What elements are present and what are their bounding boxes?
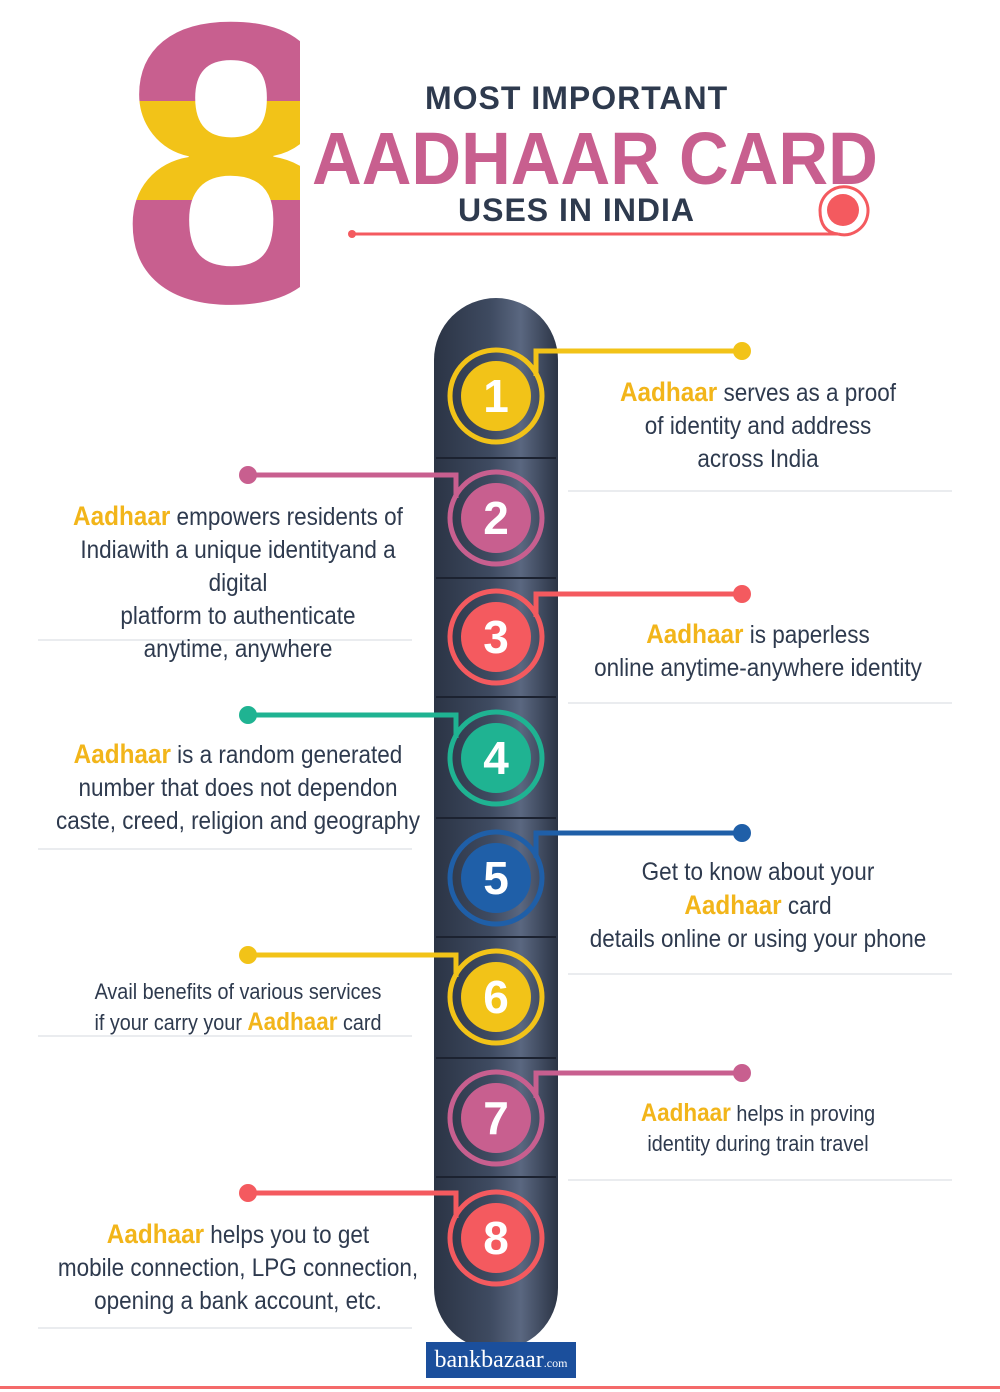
description-line: platform to authenticate xyxy=(49,600,427,633)
description-text: serves as a proof xyxy=(723,379,897,407)
description-text: helps in proving xyxy=(736,1101,876,1126)
description-text: opening a bank account, etc. xyxy=(94,1287,382,1315)
description-line: Aadhaar is a random generated xyxy=(49,738,427,772)
bottom-divider xyxy=(0,1386,1000,1389)
aadhaar-highlight: Aadhaar xyxy=(73,739,171,769)
description-line: Aadhaar card xyxy=(578,889,938,923)
description-line: Indiawith a unique identityand a digital xyxy=(49,534,427,600)
item-description-4: Aadhaar is a random generated number that… xyxy=(49,738,427,838)
description-text: empowers residents of xyxy=(176,503,403,531)
description-line: Aadhaar helps you to get xyxy=(49,1218,427,1252)
description-text: if your carry your xyxy=(94,1010,242,1035)
item-number-5: 5 xyxy=(483,852,509,904)
description-text: is paperless xyxy=(749,621,870,649)
description-text: platform to authenticate xyxy=(120,602,356,630)
item-number-7: 7 xyxy=(483,1092,509,1144)
description-text: identity during train travel xyxy=(647,1131,869,1156)
timeline-graphics xyxy=(38,185,952,1350)
description-text: online anytime-anywhere identity xyxy=(594,654,922,682)
description-text: card xyxy=(342,1010,382,1035)
item-number-4: 4 xyxy=(483,732,509,784)
logo-main: bankbazaar xyxy=(434,1347,544,1373)
aadhaar-highlight: Aadhaar xyxy=(106,1219,205,1249)
item-number-6: 6 xyxy=(483,971,509,1023)
bankbazaar-logo: bankbazaar.com xyxy=(426,1342,576,1378)
description-text: Avail benefits of various services xyxy=(94,979,382,1004)
description-text: details online or using your phone xyxy=(589,925,927,953)
description-line: Avail benefits of various services xyxy=(49,977,427,1007)
item-description-5: Get to know about your Aadhaar card detail… xyxy=(578,856,938,956)
description-line: Aadhaar is paperless xyxy=(578,618,938,652)
description-line: mobile connection, LPG connection, xyxy=(49,1252,427,1285)
description-line: number that does not dependon xyxy=(49,772,427,805)
item-number-3: 3 xyxy=(483,611,509,663)
description-text: number that does not dependon xyxy=(78,774,398,802)
aadhaar-highlight: Aadhaar xyxy=(247,1008,338,1036)
description-text: is a random generated xyxy=(177,741,403,769)
description-line: opening a bank account, etc. xyxy=(49,1285,427,1318)
item-number-2: 2 xyxy=(483,492,509,544)
description-text: mobile connection, LPG connection, xyxy=(57,1254,419,1282)
infographic: 8 MOST IMPORTANT AADHAAR CARD USES IN IN… xyxy=(0,0,1000,1392)
description-line: Get to know about your xyxy=(578,856,938,889)
logo-suffix: .com xyxy=(543,1356,568,1370)
aadhaar-highlight: Aadhaar xyxy=(646,619,744,649)
item-description-3: Aadhaar is paperless online anytime-anywh… xyxy=(578,618,938,685)
description-text: Indiawith a unique identityand a digital xyxy=(80,536,396,597)
description-text: caste, creed, religion and geography xyxy=(56,807,420,835)
item-description-6: Avail benefits of various services if you… xyxy=(49,977,427,1038)
item-description-1: Aadhaar serves as a proof of identity and… xyxy=(578,376,938,476)
description-line: Aadhaar empowers residents of xyxy=(49,500,427,534)
description-line: anytime, anywhere xyxy=(49,633,427,666)
item-description-8: Aadhaar helps you to get mobile connectio… xyxy=(49,1218,427,1318)
description-text: across India xyxy=(697,445,819,473)
item-description-2: Aadhaar empowers residents of Indiawith a… xyxy=(49,500,427,666)
item-number-8: 8 xyxy=(483,1212,509,1264)
description-text: card xyxy=(787,892,832,920)
description-line: identity during train travel xyxy=(578,1129,938,1159)
description-line: of identity and address xyxy=(578,410,938,443)
description-text: of identity and address xyxy=(644,412,872,440)
description-line: details online or using your phone xyxy=(578,923,938,956)
item-number-1: 1 xyxy=(483,370,509,422)
description-line: online anytime-anywhere identity xyxy=(578,652,938,685)
description-text: Get to know about your xyxy=(641,858,875,886)
description-line: caste, creed, religion and geography xyxy=(49,805,427,838)
item-description-7: Aadhaar helps in proving identity during … xyxy=(578,1098,938,1159)
aadhaar-highlight: Aadhaar xyxy=(619,377,718,407)
description-line: across India xyxy=(578,443,938,476)
description-text: anytime, anywhere xyxy=(143,635,333,663)
description-line: Aadhaar serves as a proof xyxy=(578,376,938,410)
aadhaar-highlight: Aadhaar xyxy=(73,501,171,531)
aadhaar-highlight: Aadhaar xyxy=(640,1099,731,1127)
description-text: helps you to get xyxy=(210,1221,370,1249)
header-underline xyxy=(348,185,870,238)
aadhaar-highlight: Aadhaar xyxy=(684,890,782,920)
description-line: if your carry your Aadhaar card xyxy=(49,1007,427,1038)
description-line: Aadhaar helps in proving xyxy=(578,1098,938,1129)
